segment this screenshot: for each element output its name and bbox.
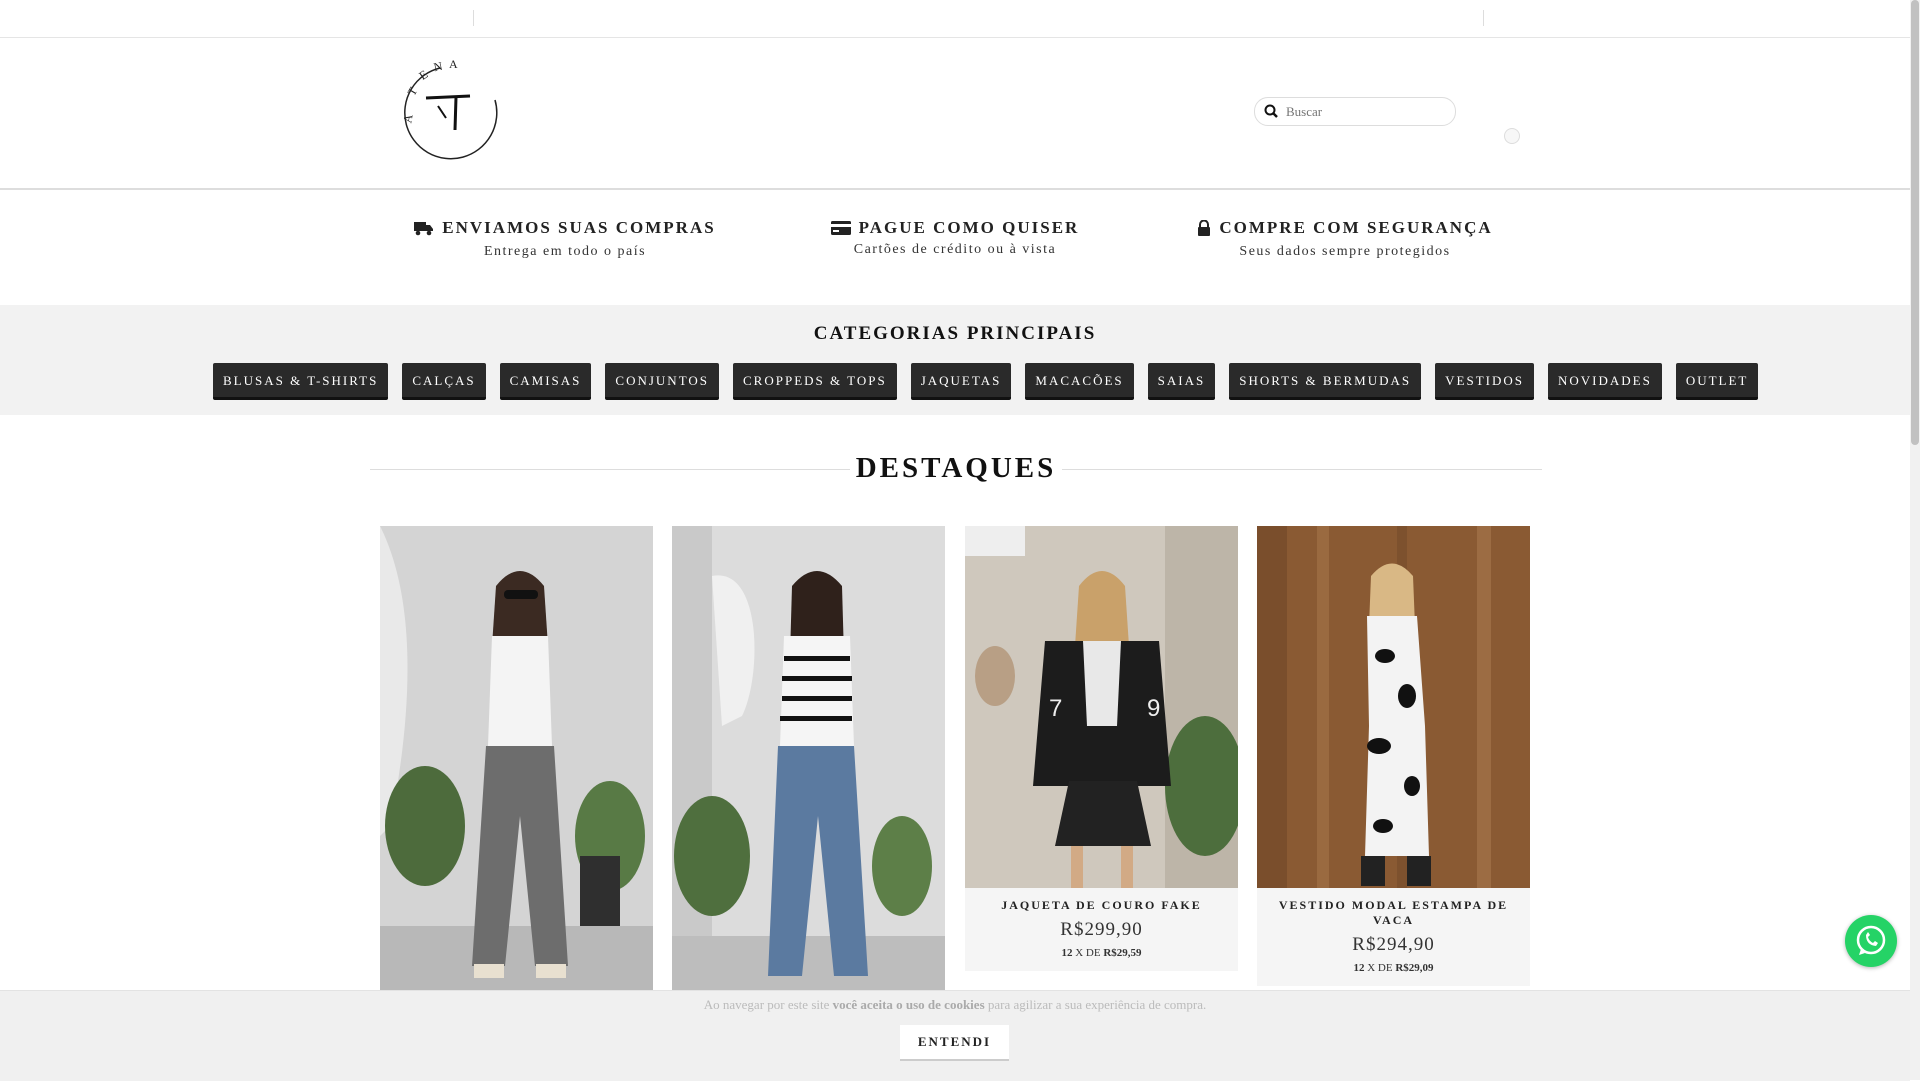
benefit-subtitle: Cartões de crédito ou à vista — [853, 242, 1057, 257]
whatsapp-button[interactable] — [1845, 915, 1897, 967]
category-outlet[interactable]: OUTLET — [1675, 363, 1759, 400]
product-price: R$294,90 — [1352, 934, 1435, 955]
svg-text:N: N — [432, 60, 444, 74]
accept-cookies-button[interactable]: ENTENDI — [900, 1025, 1009, 1061]
category-novidades[interactable]: NOVIDADES — [1547, 363, 1662, 400]
category-blusas-t-shirts[interactable]: BLUSAS & T-SHIRTS — [213, 363, 389, 400]
top-bar-divider — [1483, 10, 1484, 26]
product-card[interactable]: 7 9 JAQUETA DE COURO FAKE R$299,90 12 X … — [965, 526, 1238, 971]
svg-text:A: A — [449, 60, 458, 71]
category-camisas[interactable]: CAMISAS — [499, 363, 592, 400]
site-header: A T E N A — [0, 38, 1910, 190]
product-image[interactable] — [380, 526, 653, 990]
top-bar — [0, 0, 1910, 38]
svg-text:9: 9 — [1147, 695, 1160, 722]
product-price: R$299,90 — [1060, 919, 1143, 940]
product-image[interactable]: 7 9 — [965, 526, 1238, 888]
scrollbar-thumb[interactable] — [1911, 0, 1919, 445]
credit-card-icon — [830, 221, 851, 235]
product-card[interactable]: VESTIDO MODAL ESTAMPA DE VACA R$294,90 1… — [1257, 526, 1530, 986]
top-bar-divider — [473, 10, 474, 26]
category-croppeds-tops[interactable]: CROPPEDS & TOPS — [733, 363, 897, 400]
product-image[interactable] — [672, 526, 945, 990]
category-jaquetas[interactable]: JAQUETAS — [910, 363, 1012, 400]
benefit-title: PAGUE COMO QUISER — [858, 218, 1080, 237]
search-icon[interactable] — [1263, 103, 1279, 119]
category-saias[interactable]: SAIAS — [1147, 363, 1216, 400]
category-calcas[interactable]: CALÇAS — [402, 363, 486, 400]
category-conjuntos[interactable]: CONJUNTOS — [605, 363, 720, 400]
search-box[interactable] — [1254, 97, 1456, 126]
product-name[interactable]: JAQUETA DE COURO FAKE — [965, 888, 1238, 913]
category-vestidos[interactable]: VESTIDOS — [1435, 363, 1534, 400]
product-card[interactable] — [672, 526, 945, 990]
svg-text:7: 7 — [1049, 695, 1062, 722]
benefit-title: ENVIAMOS SUAS COMPRAS — [442, 218, 716, 237]
page-scrollbar[interactable] — [1910, 0, 1920, 1080]
benefit-subtitle: Entrega em todo o país — [483, 244, 647, 259]
cookie-message: Ao navegar por este site você aceita o u… — [703, 997, 1207, 1012]
whatsapp-icon — [1856, 925, 1886, 955]
product-installments: 12 X DE R$29,09 — [1353, 962, 1434, 974]
cookie-banner: Ao navegar por este site você aceita o u… — [0, 990, 1910, 1081]
benefit-payment: PAGUE COMO QUISER Cartões de crédito ou … — [775, 218, 1135, 258]
featured-heading: DESTAQUES — [855, 452, 1057, 484]
benefit-subtitle: Seus dados sempre protegidos — [1239, 244, 1451, 259]
category-list: BLUSAS & T-SHIRTS CALÇAS CAMISAS CONJUNT… — [213, 363, 1759, 400]
main-categories: CATEGORIAS PRINCIPAIS BLUSAS & T-SHIRTS … — [0, 305, 1910, 415]
truck-icon — [414, 221, 434, 235]
product-image[interactable] — [1257, 526, 1530, 888]
benefit-title: COMPRE COM SEGURANÇA — [1219, 218, 1493, 237]
atena-logo[interactable]: A T E N A — [400, 57, 500, 160]
product-name[interactable]: VESTIDO MODAL ESTAMPA DE VACA — [1257, 888, 1530, 928]
category-shorts-bermudas[interactable]: SHORTS & BERMUDAS — [1229, 363, 1422, 400]
category-macacoes[interactable]: MACACÕES — [1025, 363, 1134, 400]
benefits-bar: ENVIAMOS SUAS COMPRAS Entrega em todo o … — [0, 190, 1910, 305]
product-installments: 12 X DE R$29,59 — [1061, 947, 1142, 959]
svg-text:A: A — [400, 113, 415, 124]
product-card[interactable] — [380, 526, 653, 990]
lock-icon — [1198, 220, 1211, 236]
benefit-shipping: ENVIAMOS SUAS COMPRAS Entrega em todo o … — [385, 218, 745, 260]
categories-heading: CATEGORIAS PRINCIPAIS — [813, 323, 1097, 344]
cart-icon[interactable] — [1504, 128, 1520, 144]
benefit-security: COMPRE COM SEGURANÇA Seus dados sempre p… — [1165, 218, 1525, 260]
featured-header: DESTAQUES — [370, 450, 1542, 490]
search-input[interactable] — [1284, 101, 1448, 123]
